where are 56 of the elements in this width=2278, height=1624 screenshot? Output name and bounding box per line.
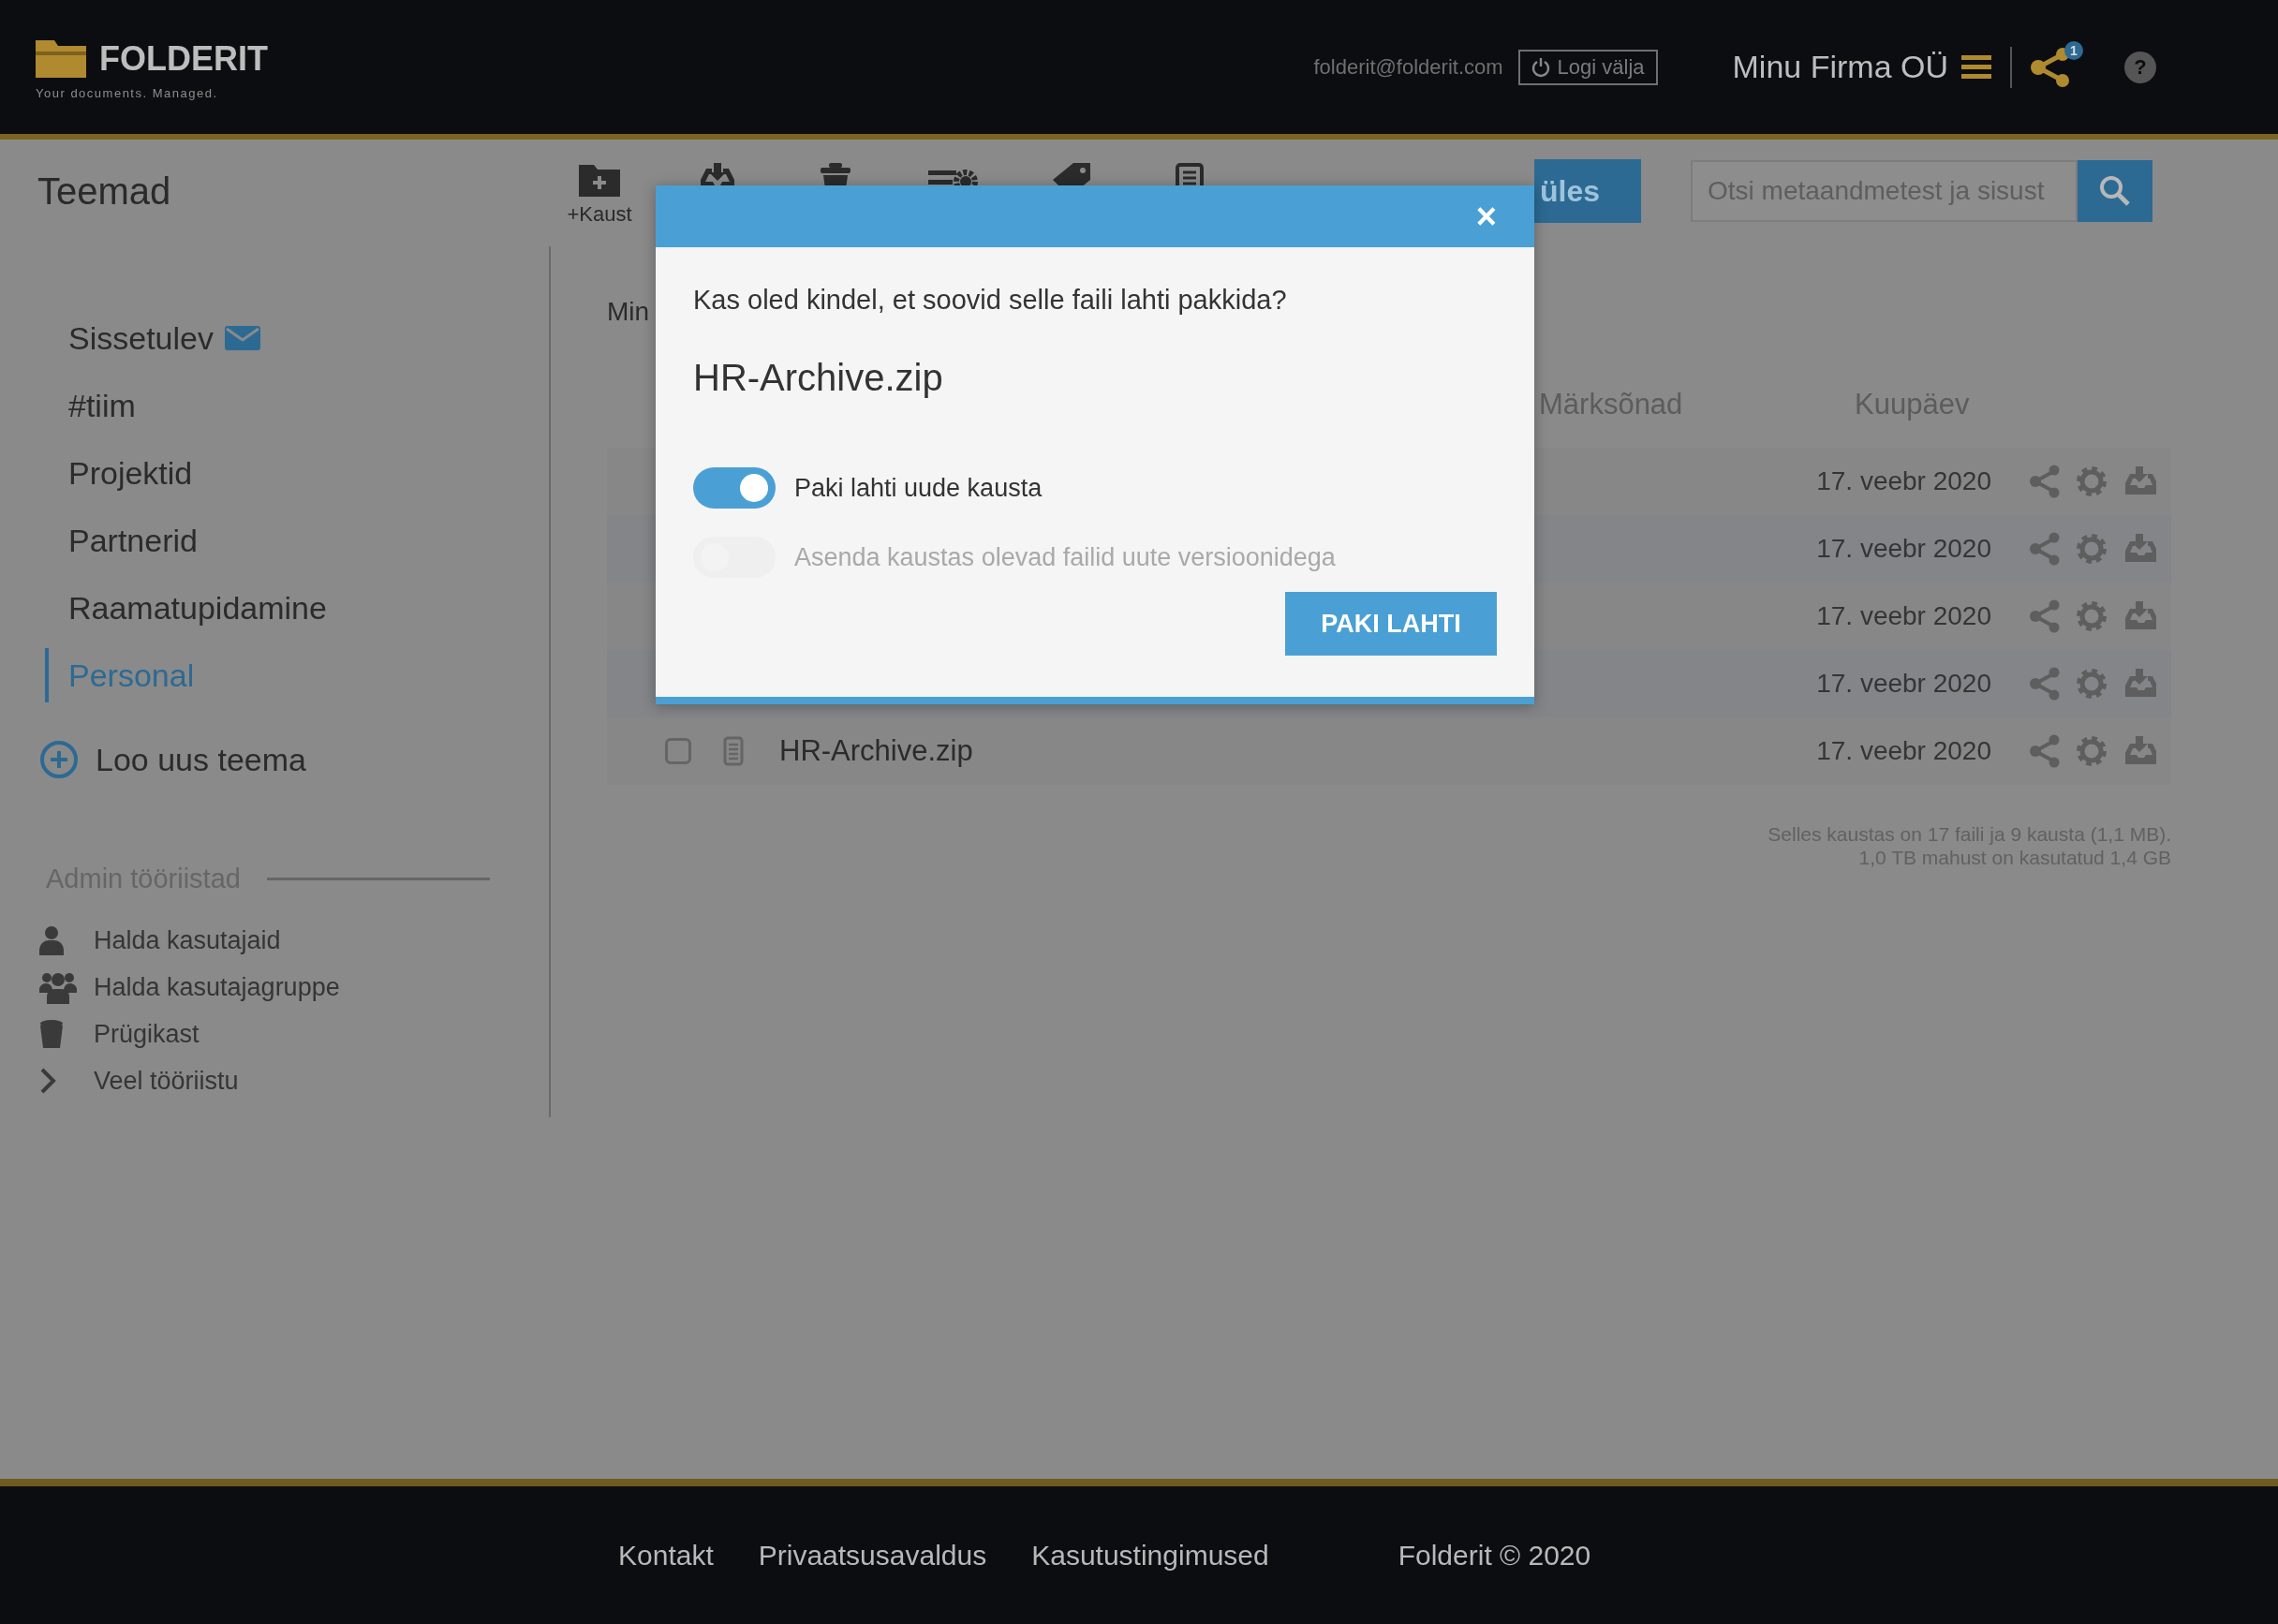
admin-tool-link[interactable]: Halda kasutajaid	[94, 925, 281, 955]
gear-icon[interactable]	[2076, 668, 2108, 700]
help-button[interactable]: ?	[2124, 51, 2156, 83]
topic-item[interactable]: Raamatupidamine	[68, 589, 327, 627]
topic-item[interactable]: Sissetulev	[68, 319, 214, 357]
section-title: Teemad	[37, 170, 172, 213]
menu-icon[interactable]	[1961, 54, 1991, 80]
upload-button[interactable]: üles	[1534, 159, 1641, 223]
date-cell: 17. veebr 2020	[1816, 534, 1991, 564]
topic-item[interactable]: Projektid	[68, 454, 193, 492]
topic-item[interactable]: Partnerid	[68, 522, 198, 559]
topic-item[interactable]: #tiim	[68, 387, 136, 424]
gear-icon[interactable]	[2076, 735, 2108, 767]
footer-link[interactable]: Kasutustingimused	[1031, 1539, 1269, 1572]
user-email: folderit@folderit.com	[1313, 54, 1503, 80]
date-cell: 17. veebr 2020	[1816, 601, 1991, 631]
date-cell: 17. veebr 2020	[1816, 669, 1991, 699]
gear-icon[interactable]	[2076, 533, 2108, 565]
file-name[interactable]: HR-Archive.zip	[779, 734, 973, 768]
person-icon	[39, 925, 64, 955]
toggle-switch[interactable]	[693, 467, 776, 509]
admin-tool-link[interactable]: Veel tööriistu	[94, 1066, 239, 1096]
option-label: Paki lahti uude kausta	[794, 473, 1043, 503]
power-icon	[1531, 56, 1550, 78]
search-button[interactable]	[2078, 160, 2152, 222]
admin-tool-link[interactable]: Halda kasutajagruppe	[94, 972, 340, 1002]
tagline: Your documents. Managed.	[36, 86, 219, 100]
file-name: HR-Archive.zip	[693, 357, 943, 399]
date-cell: 17. veebr 2020	[1816, 466, 1991, 496]
notification-badge: 1	[2064, 40, 2083, 60]
group-icon	[39, 970, 77, 1004]
logout-button[interactable]: Logi välja	[1517, 49, 1658, 85]
new-topic-link[interactable]: Loo uus teema	[96, 741, 306, 778]
folder-logo-icon	[36, 40, 86, 78]
close-button[interactable]: ×	[1475, 196, 1497, 237]
chevron-right-icon	[39, 1067, 56, 1095]
plus-circle-icon[interactable]	[39, 740, 79, 779]
action-label[interactable]: +Kaust	[567, 202, 632, 227]
dialog-question: Kas oled kindel, et soovid selle faili lahti pakkida?	[693, 285, 1287, 316]
footer-link[interactable]: Kontakt	[618, 1539, 714, 1572]
bucket-icon	[39, 1020, 64, 1048]
logo-text: FOLDERIT	[99, 39, 268, 79]
folder-plus-icon[interactable]	[579, 163, 620, 197]
gear-icon[interactable]	[2076, 465, 2108, 497]
unpack-button[interactable]: PAKI LAHTI	[1285, 592, 1497, 656]
option-label: Asenda kaustas olevad failid uute versioonidega	[794, 542, 1336, 572]
footer-link[interactable]: Privaatsusavaldus	[758, 1539, 987, 1572]
copyright: Folderit © 2020	[1398, 1539, 1591, 1572]
company-name[interactable]: Minu Firma OÜ	[1732, 49, 1948, 85]
document-icon	[723, 736, 744, 766]
admin-tool-link[interactable]: Prügikast	[94, 1019, 200, 1049]
checkbox[interactable]	[665, 738, 691, 764]
breadcrumb[interactable]: Min	[607, 297, 650, 327]
date-cell: 17. veebr 2020	[1816, 736, 1991, 766]
search-icon	[2099, 175, 2131, 207]
gear-icon[interactable]	[2076, 600, 2108, 632]
